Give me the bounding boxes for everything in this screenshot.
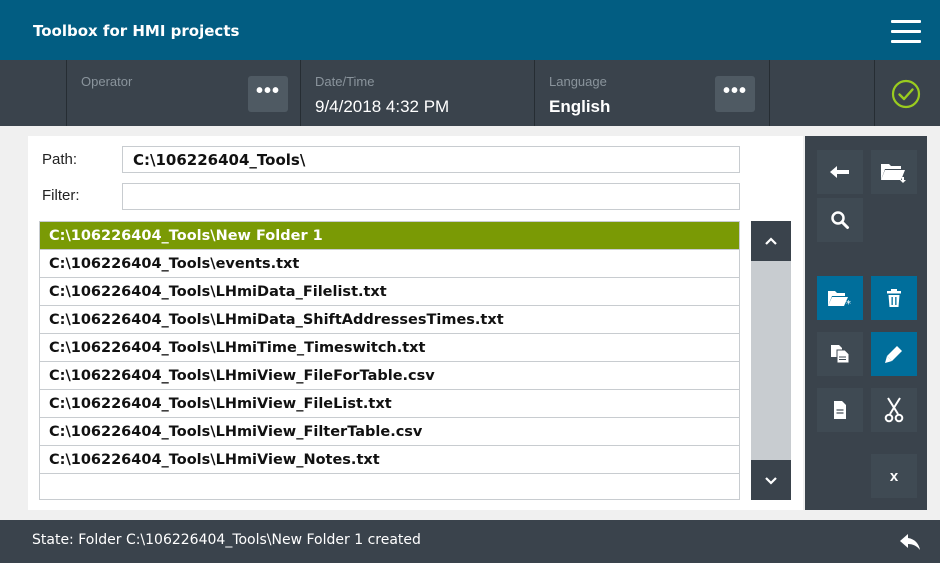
- operator-cell: Operator •••: [67, 60, 301, 126]
- language-label: Language: [549, 74, 607, 89]
- datetime-label: Date/Time: [315, 74, 375, 89]
- datetime-cell: Date/Time 9/4/2018 4:32 PM: [301, 60, 535, 126]
- document-icon: [834, 401, 846, 419]
- language-more-button[interactable]: •••: [715, 76, 755, 112]
- trash-icon: [887, 289, 901, 307]
- new-folder-button[interactable]: *: [817, 276, 863, 320]
- back-button[interactable]: [817, 150, 863, 194]
- file-list-item[interactable]: C:\106226404_Tools\LHmiTime_Timeswitch.t…: [40, 334, 739, 362]
- path-label: Path:: [42, 151, 78, 168]
- search-icon: [831, 211, 849, 229]
- status-cell-blank: [770, 60, 875, 126]
- scroll-up-button[interactable]: [751, 221, 791, 261]
- svg-text:*: *: [846, 299, 851, 308]
- filter-field[interactable]: [122, 183, 740, 210]
- delete-button[interactable]: [871, 276, 917, 320]
- title-bar: Toolbox for HMI projects: [0, 0, 940, 60]
- copy-icon: [831, 345, 850, 364]
- operator-more-button[interactable]: •••: [248, 76, 288, 112]
- arrow-left-icon: [830, 166, 849, 178]
- copy-button[interactable]: [817, 332, 863, 376]
- edit-icon: [885, 346, 902, 363]
- scrollbar-track[interactable]: [751, 221, 791, 500]
- file-list-item[interactable]: C:\106226404_Tools\LHmiView_FilterTable.…: [40, 418, 739, 446]
- operator-label: Operator: [81, 74, 133, 89]
- scroll-down-button[interactable]: [751, 460, 791, 500]
- language-value: English: [549, 97, 611, 116]
- checkmark-circle-icon: [891, 79, 921, 109]
- close-button[interactable]: x: [871, 454, 917, 498]
- file-list-item[interactable]: C:\106226404_Tools\events.txt: [40, 250, 739, 278]
- datetime-value: 9/4/2018 4:32 PM: [315, 97, 450, 116]
- status-row: Operator ••• Date/Time 9/4/2018 4:32 PM …: [0, 60, 940, 126]
- open-folder-button[interactable]: [871, 150, 917, 194]
- new-file-button[interactable]: [817, 388, 863, 432]
- file-list[interactable]: C:\106226404_Tools\New Folder 1 C:\106226…: [39, 221, 740, 500]
- chevron-down-icon: [765, 477, 777, 485]
- menu-icon[interactable]: [891, 20, 921, 44]
- search-button[interactable]: [817, 198, 863, 242]
- file-list-item[interactable]: C:\106226404_Tools\New Folder 1: [40, 222, 739, 250]
- file-list-item[interactable]: C:\106226404_Tools\LHmiData_Filelist.txt: [40, 278, 739, 306]
- file-list-item[interactable]: C:\106226404_Tools\LHmiView_FileForTable…: [40, 362, 739, 390]
- language-cell: Language English •••: [535, 60, 770, 126]
- file-list-item[interactable]: C:\106226404_Tools\LHmiData_ShiftAddress…: [40, 306, 739, 334]
- folder-down-icon: [881, 164, 906, 183]
- new-folder-icon: *: [828, 291, 851, 308]
- status-footer: State: Folder C:\106226404_Tools\New Fol…: [0, 520, 940, 563]
- edit-button[interactable]: [871, 332, 917, 376]
- cut-icon: [884, 397, 904, 423]
- chevron-up-icon: [765, 237, 777, 245]
- status-cell-empty: [0, 60, 67, 126]
- path-field[interactable]: C:\106226404_Tools\: [122, 146, 740, 173]
- file-list-item[interactable]: C:\106226404_Tools\LHmiView_Notes.txt: [40, 446, 739, 474]
- filter-label: Filter:: [42, 187, 80, 204]
- return-arrow-icon[interactable]: [898, 531, 922, 553]
- file-list-item[interactable]: C:\106226404_Tools\LHmiView_FileList.txt: [40, 390, 739, 418]
- cut-button[interactable]: [871, 388, 917, 432]
- state-message: State: Folder C:\106226404_Tools\New Fol…: [32, 532, 421, 548]
- app-title: Toolbox for HMI projects: [33, 22, 240, 40]
